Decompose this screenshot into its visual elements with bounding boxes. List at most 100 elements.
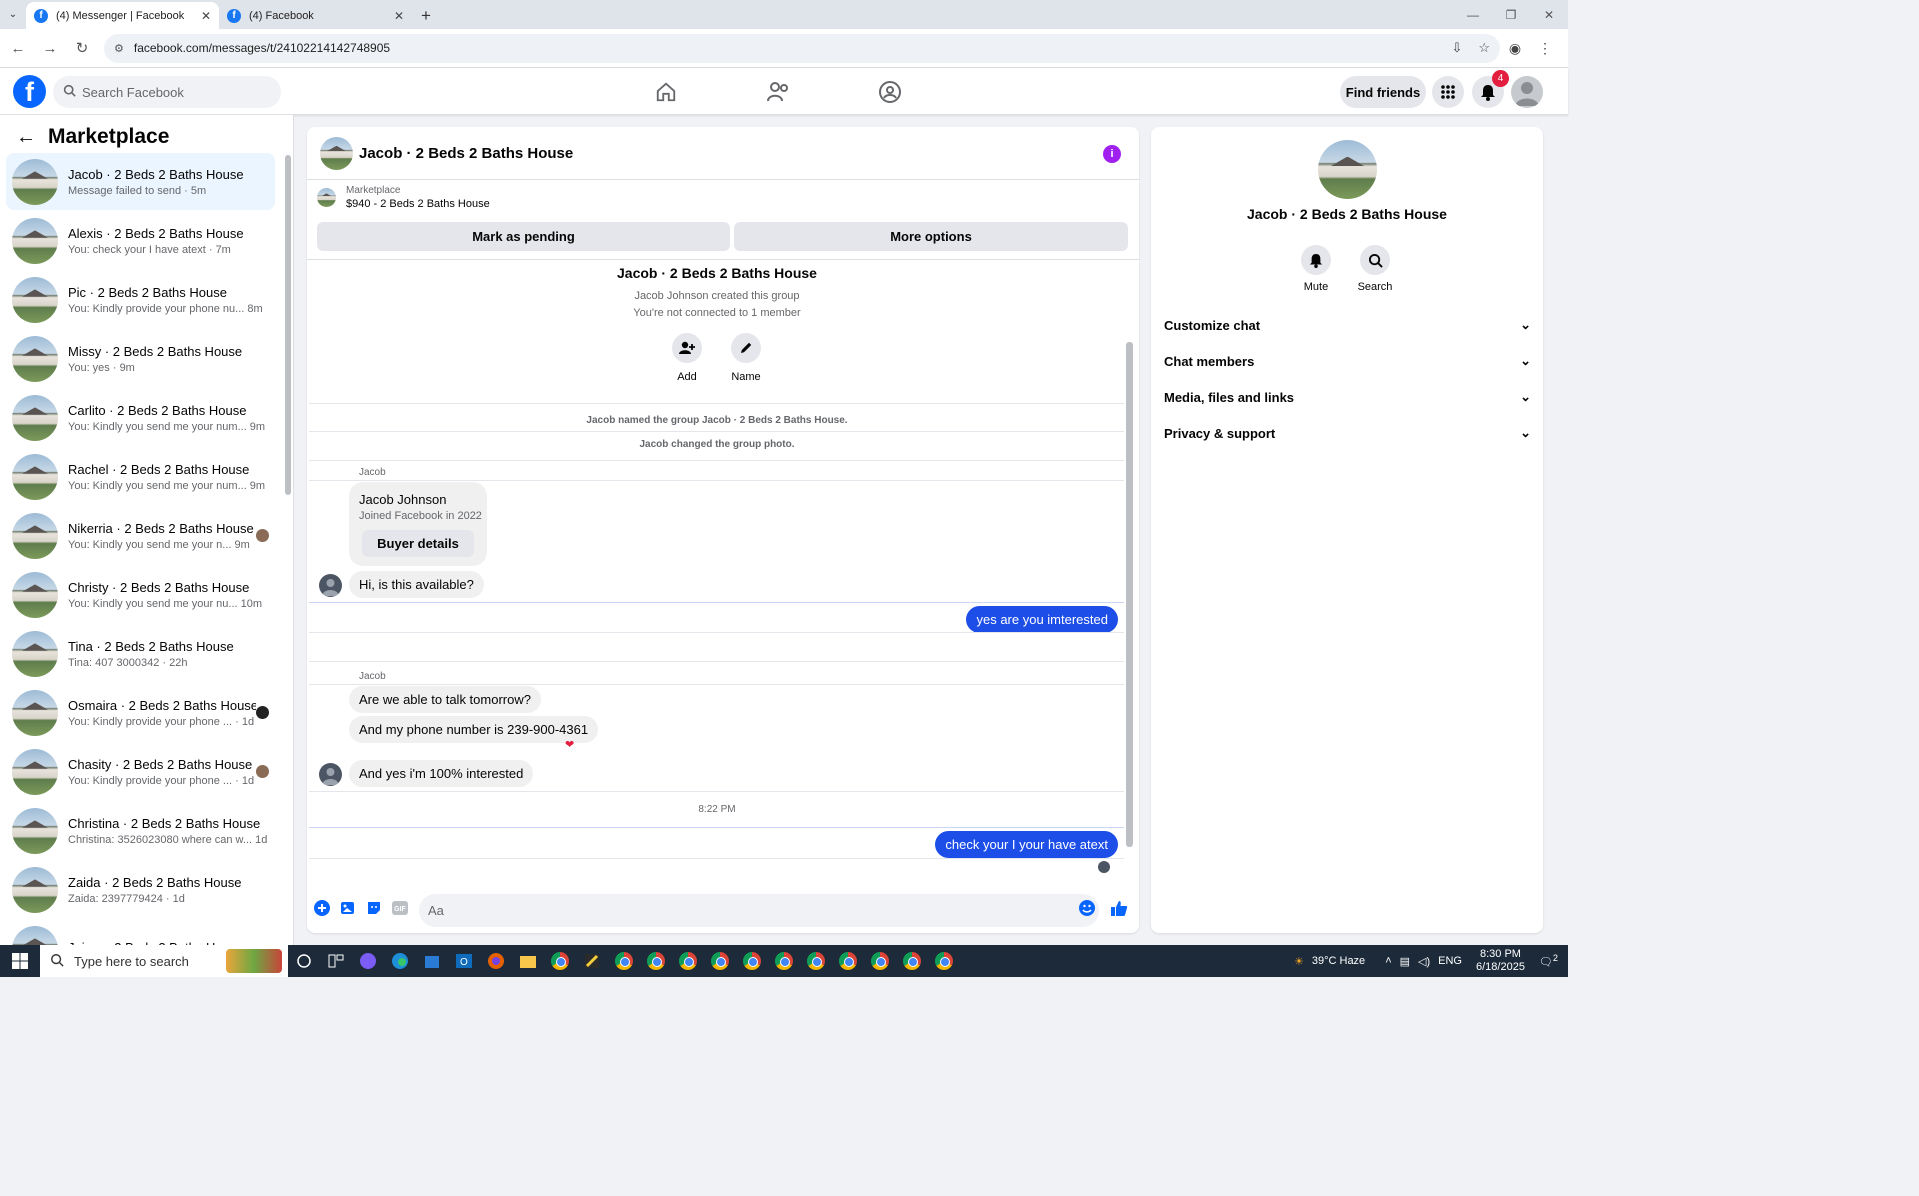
mute-button[interactable]: Mute — [1291, 245, 1341, 293]
notification-center-icon[interactable]: 🗨2 — [1539, 953, 1558, 969]
incoming-message[interactable]: And yes i'm 100% interested — [349, 760, 534, 787]
conversation-item[interactable]: Chasity · 2 Beds 2 Baths House You: Kindl… — [6, 743, 275, 800]
outgoing-message[interactable]: yes are you imterested — [966, 606, 1118, 633]
sender-avatar[interactable] — [319, 574, 342, 597]
restore-icon[interactable]: ❐ — [1492, 0, 1530, 29]
marketplace-listing[interactable]: Marketplace $940 - 2 Beds 2 Baths House — [317, 185, 490, 210]
forward-icon[interactable]: → — [36, 34, 64, 62]
url-field[interactable]: ⚙ facebook.com/messages/t/24102214142748… — [104, 33, 1500, 63]
chrome-profile-icon[interactable] — [640, 945, 672, 977]
more-options-button[interactable]: More options — [734, 222, 1128, 251]
chrome-app-icon[interactable] — [544, 945, 576, 977]
customize-chat-section[interactable]: Customize chat ⌄ — [1164, 313, 1531, 337]
media-files-section[interactable]: Media, files and links ⌄ — [1164, 385, 1531, 409]
incoming-message[interactable]: Are we able to talk tomorrow? — [349, 686, 541, 713]
conversation-item[interactable]: Jacob · 2 Beds 2 Baths House Message fail… — [6, 153, 275, 210]
incoming-message[interactable]: Hi, is this available? — [349, 571, 484, 598]
emoji-icon[interactable] — [1078, 899, 1096, 917]
windows-start-icon[interactable] — [0, 945, 40, 977]
conversation-item[interactable]: Missy · 2 Beds 2 Baths House You: yes · 9… — [6, 330, 275, 387]
install-app-icon[interactable]: ⇩ — [1451, 40, 1462, 56]
back-icon[interactable]: ← — [4, 34, 32, 62]
chrome-profile-icon[interactable] — [608, 945, 640, 977]
tab-search-dropdown[interactable]: ⌄ — [0, 0, 26, 29]
taskbar-search-input[interactable]: Type here to search — [40, 945, 288, 977]
facebook-search-input[interactable]: Search Facebook — [53, 76, 281, 108]
task-view-icon[interactable] — [288, 945, 320, 977]
chat-members-section[interactable]: Chat members ⌄ — [1164, 349, 1531, 373]
notes-app-icon[interactable] — [576, 945, 608, 977]
privacy-support-section[interactable]: Privacy & support ⌄ — [1164, 421, 1531, 445]
chat-avatar[interactable] — [320, 136, 353, 170]
chrome-profile-icon[interactable] — [928, 945, 960, 977]
search-conversation-button[interactable]: Search — [1350, 245, 1400, 293]
menu-grid-icon[interactable] — [1432, 76, 1464, 108]
volume-icon[interactable]: ◁) — [1418, 955, 1430, 968]
bookmark-star-icon[interactable]: ☆ — [1478, 40, 1490, 56]
add-member-button[interactable]: Add — [667, 333, 707, 383]
conversation-item[interactable]: Zaida · 2 Beds 2 Baths House Zaida: 23977… — [6, 861, 275, 918]
incoming-message[interactable]: And my phone number is 239-900-4361 — [349, 716, 599, 743]
conversation-item[interactable]: Rachel · 2 Beds 2 Baths House You: Kindly… — [6, 448, 275, 505]
chrome-profile-icon[interactable] — [704, 945, 736, 977]
sticker-icon[interactable] — [365, 899, 383, 917]
conversation-item[interactable]: Alexis · 2 Beds 2 Baths House You: check … — [6, 212, 275, 269]
message-input[interactable]: Aa — [419, 894, 1099, 927]
tab-facebook[interactable]: f (4) Facebook ✕ — [219, 2, 412, 29]
network-icon[interactable]: ▤ — [1400, 955, 1410, 968]
chrome-profile-icon[interactable] — [672, 945, 704, 977]
gif-icon[interactable]: GIF — [391, 899, 409, 917]
find-friends-button[interactable]: Find friends — [1340, 76, 1426, 108]
groups-icon[interactable] — [876, 78, 904, 106]
buyer-details-button[interactable]: Buyer details — [362, 530, 474, 557]
heart-reaction-icon[interactable]: ❤ — [565, 738, 574, 751]
conversation-item[interactable]: Osmaira · 2 Beds 2 Baths House You: Kindl… — [6, 684, 275, 741]
chrome-profile-icon[interactable] — [864, 945, 896, 977]
weather-text[interactable]: 39°C Haze — [1312, 955, 1365, 967]
clock[interactable]: 8:30 PM 6/18/2025 — [1476, 948, 1525, 974]
conversation-item[interactable]: Tina · 2 Beds 2 Baths House Tina: 407 300… — [6, 625, 275, 682]
reload-icon[interactable]: ↻ — [68, 34, 96, 62]
edge-icon[interactable] — [384, 945, 416, 977]
store-icon[interactable] — [416, 945, 448, 977]
profile-icon[interactable]: ◉ — [1500, 40, 1530, 57]
friends-icon[interactable] — [764, 78, 792, 106]
widgets-icon[interactable] — [320, 945, 352, 977]
chrome-profile-icon[interactable] — [896, 945, 928, 977]
chrome-profile-icon[interactable] — [736, 945, 768, 977]
photo-icon[interactable] — [339, 899, 357, 917]
outgoing-message[interactable]: check your I your have atext — [935, 831, 1118, 858]
conversation-item[interactable]: Carlito · 2 Beds 2 Baths House You: Kindl… — [6, 389, 275, 446]
menu-dots-icon[interactable]: ⋮ — [1530, 40, 1560, 57]
new-tab-button[interactable]: + — [412, 2, 440, 29]
sidebar-scrollbar[interactable] — [285, 155, 291, 495]
conversation-item[interactable]: Christy · 2 Beds 2 Baths House You: Kindl… — [6, 566, 275, 623]
name-group-button[interactable]: Name — [726, 333, 766, 383]
firefox-icon[interactable] — [480, 945, 512, 977]
conversation-item[interactable]: Nikerria · 2 Beds 2 Baths House You: Kind… — [6, 507, 275, 564]
chrome-profile-icon[interactable] — [832, 945, 864, 977]
tab-messenger[interactable]: f (4) Messenger | Facebook ✕ — [26, 2, 219, 29]
language-indicator[interactable]: ENG — [1438, 955, 1462, 967]
back-arrow-icon[interactable]: ← — [16, 126, 36, 149]
chevron-up-icon[interactable]: ˄ — [1385, 955, 1391, 967]
conversation-item[interactable]: Pic · 2 Beds 2 Baths House You: Kindly pr… — [6, 271, 275, 328]
group-photo[interactable] — [1318, 140, 1377, 199]
conversation-item[interactable]: Christina · 2 Beds 2 Baths House Christin… — [6, 802, 275, 859]
sender-avatar[interactable] — [319, 763, 342, 786]
plus-icon[interactable] — [313, 899, 331, 917]
thumbs-up-icon[interactable] — [1110, 899, 1128, 917]
file-explorer-icon[interactable] — [512, 945, 544, 977]
conversation-item[interactable]: Jaime · 2 Beds 2 Baths House — [6, 920, 275, 945]
close-tab-icon[interactable]: ✕ — [201, 9, 211, 23]
copilot-icon[interactable] — [352, 945, 384, 977]
chat-title[interactable]: Jacob · 2 Beds 2 Baths House — [359, 145, 573, 162]
close-tab-icon[interactable]: ✕ — [394, 9, 404, 23]
minimize-icon[interactable]: — — [1454, 0, 1492, 29]
close-window-icon[interactable]: ✕ — [1530, 0, 1568, 29]
account-avatar[interactable] — [1511, 76, 1543, 108]
outlook-icon[interactable]: O — [448, 945, 480, 977]
site-info-icon[interactable]: ⚙ — [114, 42, 124, 55]
info-icon[interactable]: i — [1103, 145, 1121, 163]
chrome-profile-icon[interactable] — [768, 945, 800, 977]
